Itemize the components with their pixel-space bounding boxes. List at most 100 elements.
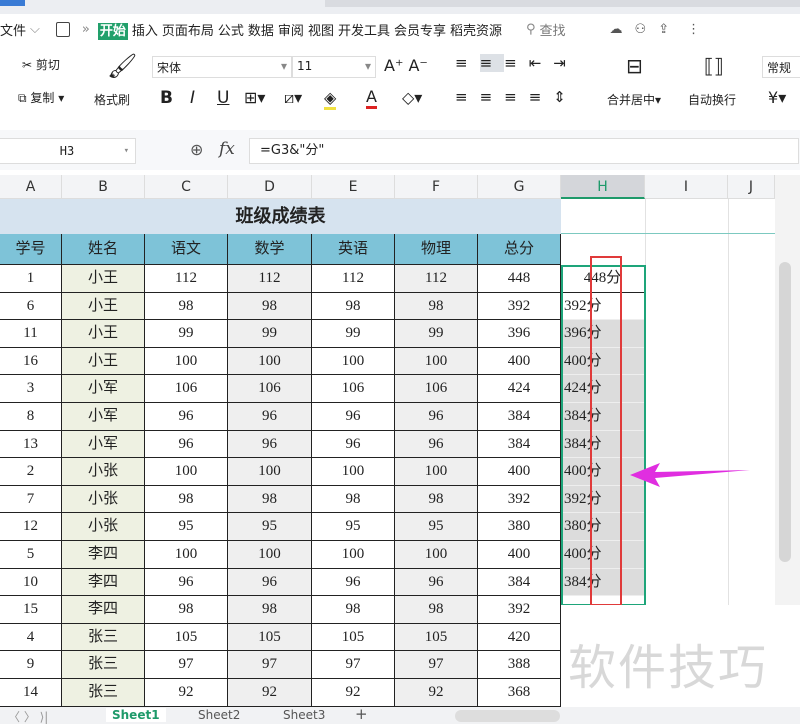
save-icon[interactable] xyxy=(55,21,70,37)
column-header-F[interactable]: F xyxy=(395,175,478,199)
table-cell[interactable]: 2 xyxy=(0,458,62,486)
column-header-G[interactable]: G xyxy=(478,175,561,199)
search-icon[interactable]: ⚲ xyxy=(526,22,536,37)
table-cell[interactable]: 99 xyxy=(145,320,228,348)
table-cell[interactable]: 13 xyxy=(0,430,62,459)
table-cell[interactable]: 106 xyxy=(395,375,478,403)
table-cell[interactable]: 张三 xyxy=(62,623,145,652)
table-cell[interactable]: 张三 xyxy=(62,651,145,679)
menu-tab-4[interactable]: 数据 xyxy=(248,24,274,39)
sheet-title[interactable]: 班级成绩表 xyxy=(0,199,561,234)
header-cell[interactable]: 学号 xyxy=(0,234,62,265)
table-cell[interactable]: 106 xyxy=(145,375,228,403)
menu-tab-9[interactable]: 稻壳资源 xyxy=(450,24,502,39)
table-cell[interactable]: 96 xyxy=(228,430,312,459)
eraser-icon[interactable]: ◇▾ xyxy=(402,88,422,107)
column-header-H[interactable]: H xyxy=(561,175,645,199)
name-box[interactable]: H3 ▾ xyxy=(0,138,136,164)
table-cell[interactable]: 96 xyxy=(312,568,395,597)
kebab-icon[interactable]: ⋮ xyxy=(687,22,700,37)
table-cell[interactable]: 4 xyxy=(0,623,62,652)
table-cell[interactable]: 388 xyxy=(478,651,561,679)
table-cell[interactable]: 98 xyxy=(312,596,395,624)
column-header-I[interactable]: I xyxy=(645,175,728,199)
vertical-align-icons[interactable]: ≡≡≡⇤⇥ xyxy=(455,54,578,72)
table-cell[interactable]: 小张 xyxy=(62,485,145,514)
column-header-B[interactable]: B xyxy=(62,175,145,199)
column-header-A[interactable]: A xyxy=(0,175,62,199)
table-cell[interactable]: 98 xyxy=(228,485,312,514)
chevron-down-icon[interactable]: ⌵ xyxy=(30,22,40,37)
table-cell[interactable]: 96 xyxy=(395,430,478,459)
table-cell[interactable]: 98 xyxy=(312,292,395,321)
table-cell[interactable]: 400 xyxy=(478,541,561,569)
more-icon[interactable]: » xyxy=(82,22,90,37)
table-cell[interactable]: 96 xyxy=(395,403,478,431)
table-cell[interactable]: 105 xyxy=(395,623,478,652)
table-cell[interactable]: 小军 xyxy=(62,375,145,403)
border-icon[interactable]: ⊞▾ xyxy=(244,88,265,107)
table-cell[interactable]: 14 xyxy=(0,679,62,707)
table-cell[interactable]: 小王 xyxy=(62,347,145,376)
column-header-D[interactable]: D xyxy=(228,175,312,199)
table-cell[interactable]: 97 xyxy=(228,651,312,679)
menu-tab-6[interactable]: 视图 xyxy=(308,24,334,39)
wrap-icon[interactable]: ⟦⟧ xyxy=(704,54,724,78)
table-cell[interactable]: 396 xyxy=(478,320,561,348)
table-cell[interactable]: 92 xyxy=(228,679,312,707)
table-cell[interactable]: 380 xyxy=(478,513,561,541)
table-cell[interactable]: 98 xyxy=(395,596,478,624)
table-cell[interactable]: 7 xyxy=(0,485,62,514)
tab-nav-icons[interactable]: 〈 〉 ⟩| xyxy=(8,708,48,725)
table-cell[interactable]: 15 xyxy=(0,596,62,624)
table-cell[interactable]: 92 xyxy=(312,679,395,707)
share-icon[interactable]: ⇪ xyxy=(658,22,669,37)
table-cell[interactable]: 100 xyxy=(145,458,228,486)
sheet-tab-2[interactable]: Sheet2 xyxy=(198,708,240,722)
table-cell[interactable]: 8 xyxy=(0,403,62,431)
header-cell[interactable]: 语文 xyxy=(145,234,228,265)
header-cell[interactable]: 物理 xyxy=(395,234,478,265)
table-cell[interactable]: 9 xyxy=(0,651,62,679)
table-cell[interactable]: 97 xyxy=(395,651,478,679)
table-cell[interactable]: 384 xyxy=(478,568,561,597)
table-cell[interactable]: 小王 xyxy=(62,320,145,348)
font-grow-icon[interactable]: A⁺ A⁻ xyxy=(384,56,428,75)
table-cell[interactable]: 400 xyxy=(478,347,561,376)
table-cell[interactable]: 16 xyxy=(0,347,62,376)
table-cell[interactable]: 112 xyxy=(145,265,228,293)
cloud-icon[interactable]: ☁ xyxy=(610,22,623,37)
table-cell[interactable]: 98 xyxy=(312,485,395,514)
menu-tab-5[interactable]: 审阅 xyxy=(278,24,304,39)
horizontal-scrollbar[interactable] xyxy=(455,710,560,722)
share-user-icon[interactable]: ⚇ xyxy=(635,22,647,37)
table-cell[interactable]: 392 xyxy=(478,596,561,624)
table-cell[interactable]: 小军 xyxy=(62,430,145,459)
table-cell[interactable]: 95 xyxy=(145,513,228,541)
menu-tab-3[interactable]: 公式 xyxy=(218,24,244,39)
copy-button[interactable]: ⧉ 复制 ▾ xyxy=(18,89,64,106)
table-cell[interactable]: 100 xyxy=(145,347,228,376)
table-cell[interactable]: 100 xyxy=(228,541,312,569)
scrollbar-thumb[interactable] xyxy=(779,262,791,562)
table-cell[interactable]: 100 xyxy=(228,458,312,486)
table-cell[interactable]: 1 xyxy=(0,265,62,293)
table-cell[interactable]: 448 xyxy=(478,265,561,293)
table-cell[interactable]: 420 xyxy=(478,623,561,652)
table-cell[interactable]: 98 xyxy=(145,292,228,321)
table-cell[interactable]: 11 xyxy=(0,320,62,348)
table-cell[interactable]: 100 xyxy=(312,347,395,376)
table-cell[interactable]: 98 xyxy=(395,292,478,321)
number-format-select[interactable]: 常规 xyxy=(762,56,800,78)
table-cell[interactable]: 李四 xyxy=(62,596,145,624)
horizontal-align-icons[interactable]: ≡≡≡≡⇕ xyxy=(455,88,578,106)
italic-button[interactable]: I xyxy=(190,88,195,108)
table-cell[interactable]: 92 xyxy=(145,679,228,707)
table-cell[interactable]: 96 xyxy=(228,403,312,431)
table-cell[interactable]: 106 xyxy=(312,375,395,403)
table-cell[interactable]: 5 xyxy=(0,541,62,569)
menu-tab-1[interactable]: 插入 xyxy=(132,24,158,39)
menu-tab-2[interactable]: 页面布局 xyxy=(162,24,214,39)
table-cell[interactable]: 96 xyxy=(145,403,228,431)
table-cell[interactable]: 95 xyxy=(228,513,312,541)
